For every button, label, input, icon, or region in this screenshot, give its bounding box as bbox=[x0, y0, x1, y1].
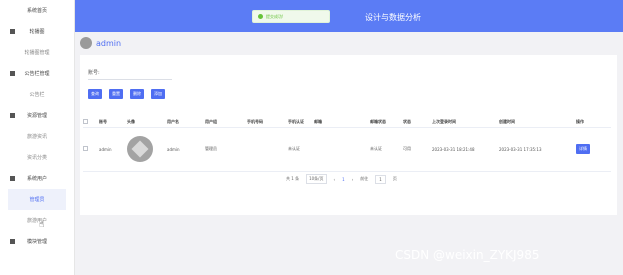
content-card: 账号: 查询 重置 删除 添加 账号 头像 用户名 用户组 手机号码 手机认证 … bbox=[80, 55, 617, 215]
sidebar: 系统首页 轮播图 轮播图管理 公告栏管理 公告栏 资源管理 旅游资讯 资讯分类 … bbox=[0, 0, 75, 275]
pager-total: 共 1 条 bbox=[286, 176, 300, 181]
pagination: 共 1 条 10条/页 ‹ 1 › 前往 1 页 bbox=[286, 174, 404, 184]
sidebar-item-label: 轮播图管理 bbox=[24, 50, 50, 56]
row-checkbox[interactable] bbox=[83, 146, 88, 151]
cell-phone bbox=[247, 127, 288, 172]
grid-icon bbox=[10, 71, 15, 76]
avatar[interactable] bbox=[80, 37, 92, 49]
sidebar-item-label: 资讯分类 bbox=[26, 155, 47, 161]
reset-button[interactable]: 重置 bbox=[109, 89, 123, 99]
sidebar-item-label: 系统用户 bbox=[26, 176, 47, 182]
column-header: 邮箱 bbox=[314, 117, 370, 128]
select-all-checkbox[interactable] bbox=[83, 118, 88, 124]
account-search-input[interactable] bbox=[88, 79, 172, 80]
pager-current-page[interactable]: 1 bbox=[342, 177, 345, 182]
column-header: 手机号码 bbox=[247, 117, 288, 128]
column-header: 用户组 bbox=[205, 117, 247, 128]
sidebar-item-label: 旅游资讯 bbox=[26, 134, 47, 140]
sidebar-item-label: 资源管理 bbox=[26, 113, 47, 119]
user-bar: admin bbox=[80, 35, 121, 51]
sidebar-item-home[interactable]: 系统首页 bbox=[0, 0, 74, 21]
hand-cursor-icon: ☝ bbox=[39, 220, 45, 230]
search-label: 账号: bbox=[88, 70, 100, 76]
query-button[interactable]: 查询 bbox=[88, 89, 102, 99]
column-header: 状态 bbox=[403, 117, 432, 128]
grid-icon bbox=[10, 239, 15, 244]
toast-message: 提交成功! bbox=[266, 13, 284, 19]
table-header-row: 账号 头像 用户名 用户组 手机号码 手机认证 邮箱 邮箱状态 状态 上次登录时… bbox=[83, 117, 611, 128]
pager-goto-input[interactable]: 1 bbox=[375, 174, 386, 184]
cell-username: admin bbox=[167, 127, 205, 172]
sidebar-item-module[interactable]: 模块管理 bbox=[0, 231, 74, 252]
detail-button[interactable]: 详情 bbox=[576, 144, 590, 154]
sidebar-item-resource[interactable]: 资源管理 bbox=[0, 105, 74, 126]
grid-icon bbox=[10, 176, 15, 181]
toolbar: 查询 重置 删除 添加 bbox=[88, 89, 172, 99]
cell-group: 管理员 bbox=[205, 127, 247, 172]
column-header: 操作 bbox=[576, 117, 611, 128]
sidebar-item-carousel-manage[interactable]: 轮播图管理 bbox=[0, 42, 74, 63]
sidebar-item-label: 模块管理 bbox=[26, 239, 47, 245]
sidebar-item-label: 公告栏管理 bbox=[24, 71, 50, 77]
watermark: CSDN @weixin_ZYKJ985 bbox=[395, 248, 540, 262]
pager-next-button[interactable]: › bbox=[352, 177, 354, 182]
cell-created: 2023-03-31 17:35:13 bbox=[499, 127, 576, 172]
pager-goto-label: 前往 bbox=[360, 176, 369, 181]
sidebar-item-label: 公告栏 bbox=[29, 92, 45, 98]
sidebar-item-label: 系统首页 bbox=[26, 8, 47, 14]
column-header: 头像 bbox=[127, 117, 167, 128]
page-title: 设计与数据分析 bbox=[365, 13, 421, 22]
check-circle-icon bbox=[258, 14, 263, 19]
sidebar-item-admin[interactable]: 管理员 bbox=[8, 189, 66, 210]
sidebar-item-system-user[interactable]: 系统用户 bbox=[0, 168, 74, 189]
sidebar-item-travel-news[interactable]: 旅游资讯 bbox=[0, 126, 74, 147]
cell-email bbox=[314, 127, 370, 172]
pager-unit-label: 页 bbox=[392, 176, 397, 181]
header: 设计与数据分析 bbox=[75, 0, 623, 32]
delete-button[interactable]: 删除 bbox=[130, 89, 144, 99]
sidebar-item-travel-user[interactable]: 旅游用户 bbox=[0, 210, 74, 231]
column-header: 账号 bbox=[99, 117, 127, 128]
grid-icon bbox=[10, 113, 15, 118]
admin-table: 账号 头像 用户名 用户组 手机号码 手机认证 邮箱 邮箱状态 状态 上次登录时… bbox=[83, 117, 611, 172]
sidebar-item-notice-manage[interactable]: 公告栏管理 bbox=[0, 63, 74, 84]
add-button[interactable]: 添加 bbox=[151, 89, 165, 99]
grid-icon bbox=[10, 29, 15, 34]
username[interactable]: admin bbox=[96, 39, 121, 48]
sidebar-item-label: 轮播图 bbox=[29, 29, 45, 35]
cell-status: 可用 bbox=[403, 127, 432, 172]
column-header: 手机认证 bbox=[288, 117, 314, 128]
sidebar-item-label: 管理员 bbox=[29, 197, 45, 203]
cell-phone-auth: 未认证 bbox=[288, 127, 314, 172]
table-row: admin admin 管理员 未认证 未认证 可用 2023-03-31 18… bbox=[83, 127, 611, 172]
avatar bbox=[127, 136, 153, 162]
cell-last-login: 2023-03-31 18:21:48 bbox=[432, 127, 499, 172]
pager-prev-button[interactable]: ‹ bbox=[334, 177, 336, 182]
sidebar-item-carousel[interactable]: 轮播图 bbox=[0, 21, 74, 42]
column-header: 上次登录时间 bbox=[432, 117, 499, 128]
page-size-select[interactable]: 10条/页 bbox=[306, 174, 327, 184]
column-header: 创建时间 bbox=[499, 117, 576, 128]
cell-email-status: 未认证 bbox=[370, 127, 403, 172]
cell-account: admin bbox=[99, 127, 127, 172]
sidebar-item-notice[interactable]: 公告栏 bbox=[0, 84, 74, 105]
success-toast: 提交成功! bbox=[252, 10, 330, 23]
column-header: 邮箱状态 bbox=[370, 117, 403, 128]
sidebar-item-news-category[interactable]: 资讯分类 bbox=[0, 147, 74, 168]
column-header: 用户名 bbox=[167, 117, 205, 128]
